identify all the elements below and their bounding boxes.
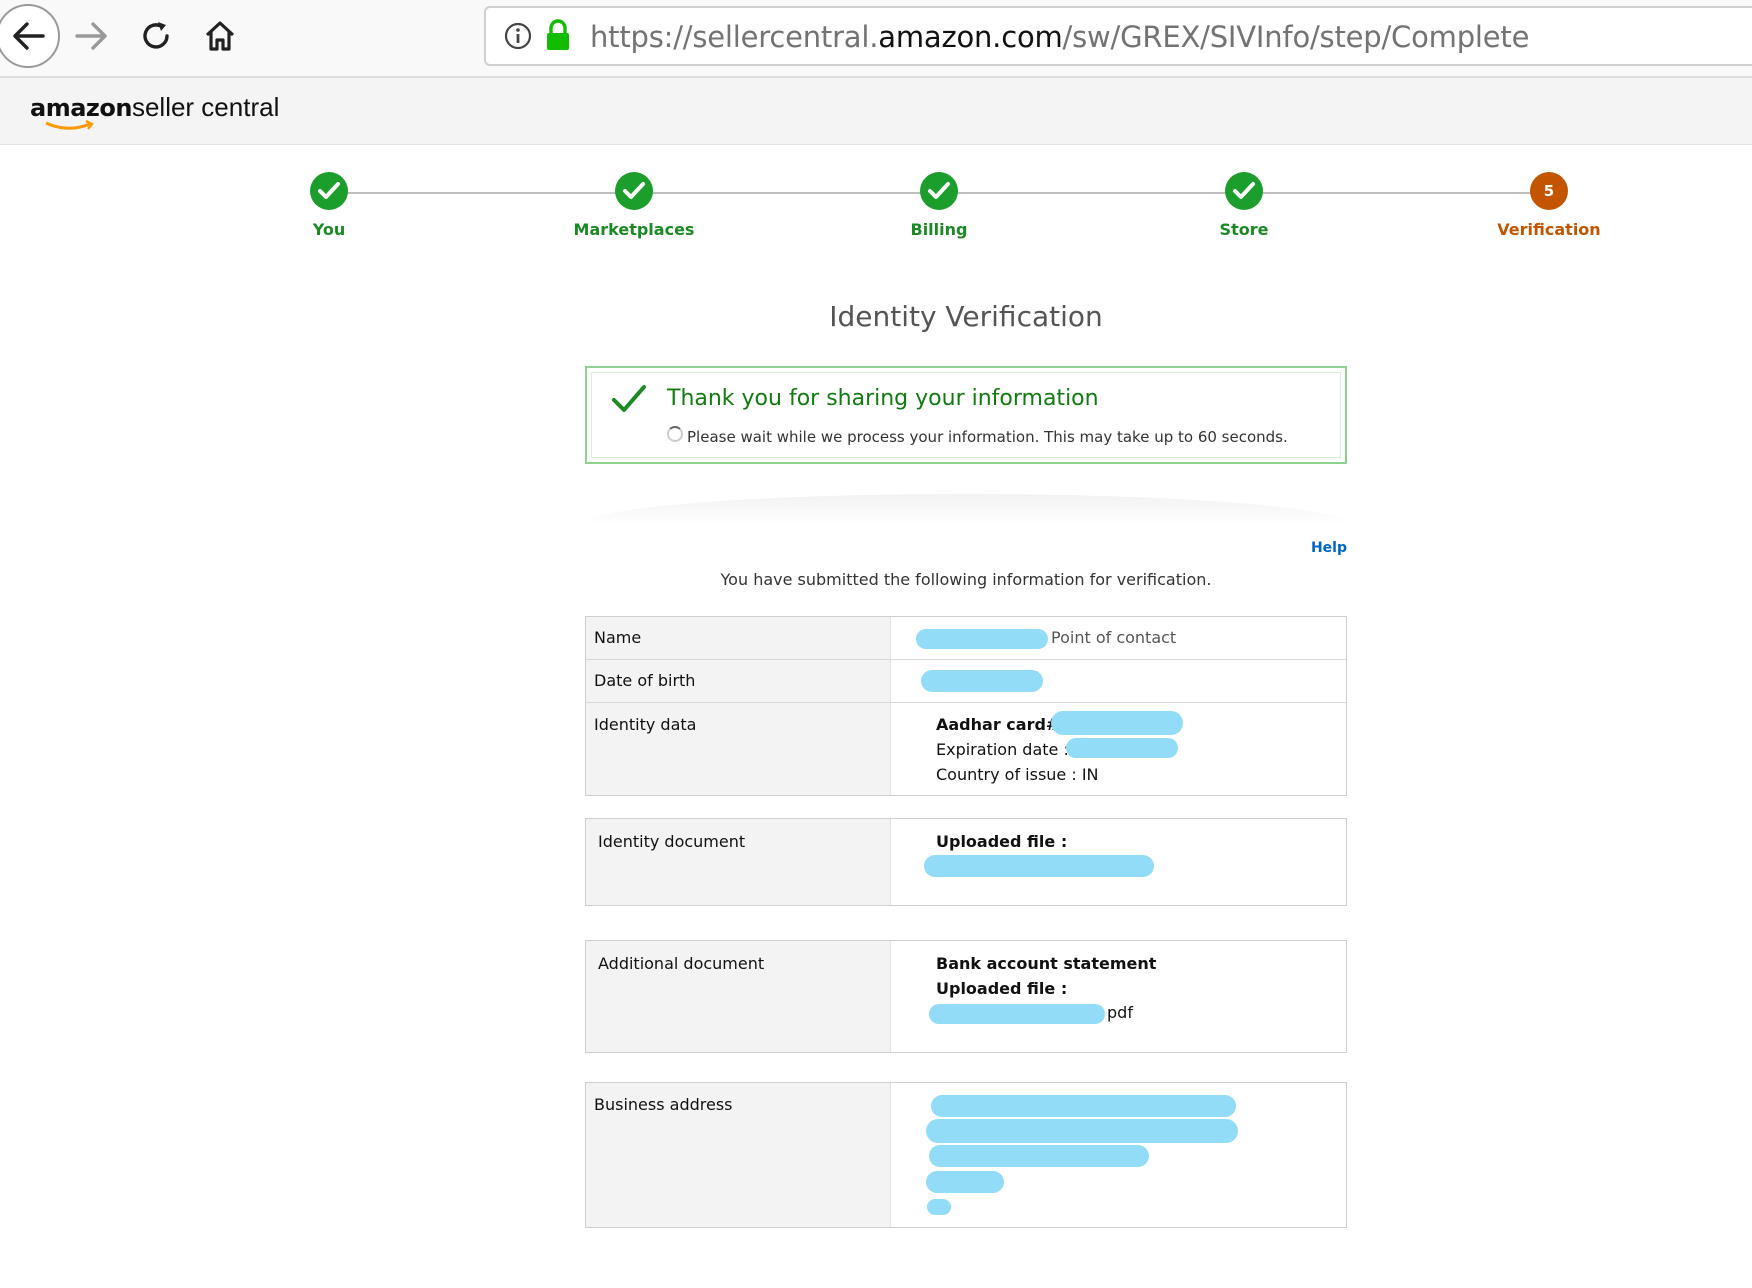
checkmark-icon [612, 385, 646, 412]
home-button[interactable] [192, 8, 248, 64]
step-label: Verification [1497, 220, 1601, 239]
uploaded-file-label: Uploaded file : [936, 979, 1068, 998]
redacted-address-line [931, 1095, 1236, 1117]
name-label: Name [586, 617, 891, 659]
arrow-right-icon [75, 22, 107, 50]
dob-label: Date of birth [586, 660, 891, 702]
step-number-badge: 5 [1530, 172, 1568, 210]
redacted-dob [921, 670, 1043, 692]
file-extension: pdf [1107, 1003, 1133, 1022]
table-row: Business address [586, 1083, 1346, 1227]
personal-info-table: Name Point of contact Date of birth Iden… [585, 616, 1347, 796]
browser-toolbar: https://sellercentral.amazon.com/sw/GREX… [0, 0, 1752, 78]
step-verification[interactable]: 5 Verification [1449, 172, 1649, 239]
redacted-address-line [927, 1199, 951, 1215]
country-of-issue: Country of issue : IN [936, 765, 1099, 784]
additional-document-label: Additional document [586, 941, 891, 1052]
identity-document-label: Identity document [586, 819, 891, 905]
name-suffix: Point of contact [1051, 628, 1177, 647]
step-billing[interactable]: Billing [839, 172, 1039, 239]
help-link[interactable]: Help [1300, 540, 1347, 556]
page-title: Identity Verification [829, 300, 1103, 333]
document-type: Bank account statement [936, 954, 1157, 973]
step-label: You [312, 220, 346, 239]
redacted-name [916, 629, 1048, 649]
redacted-address-line [926, 1171, 1004, 1193]
redacted-aadhar [1051, 711, 1183, 735]
table-row: Identity document Uploaded file : [586, 819, 1346, 905]
back-button[interactable] [0, 4, 60, 68]
business-address-label: Business address [586, 1083, 891, 1227]
table-row: Additional document Bank account stateme… [586, 941, 1346, 1052]
redacted-expiration [1066, 738, 1178, 758]
check-circle-icon [310, 172, 348, 210]
home-icon [205, 21, 235, 51]
check-circle-icon [920, 172, 958, 210]
step-label: Billing [910, 220, 968, 239]
reload-icon [143, 22, 169, 49]
alert-heading: Thank you for sharing your information [667, 386, 1099, 411]
table-row: Name Point of contact [586, 617, 1346, 660]
info-icon [504, 22, 532, 50]
redacted-address-line [929, 1145, 1149, 1167]
intro-text: You have submitted the following informa… [720, 570, 1212, 589]
table-row: Date of birth [586, 660, 1346, 703]
redacted-filename [929, 1004, 1105, 1024]
identity-document-table: Identity document Uploaded file : [585, 818, 1347, 906]
step-label: Store [1219, 220, 1269, 239]
url-text: https://sellercentral.amazon.com/sw/GREX… [590, 20, 1530, 54]
step-you[interactable]: You [229, 172, 429, 239]
spinner-icon [667, 426, 683, 442]
amazon-smile-icon [45, 120, 94, 130]
address-bar[interactable]: https://sellercentral.amazon.com/sw/GREX… [484, 6, 1752, 66]
amazon-seller-central-logo[interactable]: amazonseller central [30, 92, 279, 130]
alert-message: Please wait while we process your inform… [687, 428, 1288, 446]
uploaded-file-label: Uploaded file : [936, 832, 1068, 851]
redacted-address-line [926, 1119, 1238, 1143]
check-circle-icon [1225, 172, 1263, 210]
arrow-left-icon [13, 22, 45, 50]
redacted-filename [924, 855, 1154, 877]
reload-button[interactable] [128, 8, 184, 64]
business-address-table: Business address [585, 1082, 1347, 1228]
additional-document-table: Additional document Bank account stateme… [585, 940, 1347, 1053]
table-row: Identity data Aadhar card# : Expiration … [586, 703, 1346, 795]
step-label: Marketplaces [573, 220, 695, 239]
divider-shadow [585, 494, 1347, 524]
identity-data-label: Identity data [586, 703, 891, 795]
step-marketplaces[interactable]: Marketplaces [534, 172, 734, 239]
step-store[interactable]: Store [1144, 172, 1344, 239]
success-alert: Thank you for sharing your information P… [585, 366, 1347, 464]
check-circle-icon [615, 172, 653, 210]
seller-central-header: amazonseller central [0, 78, 1752, 145]
expiration-label: Expiration date : [936, 740, 1069, 759]
forward-button[interactable] [64, 8, 120, 64]
lock-icon [547, 19, 569, 50]
